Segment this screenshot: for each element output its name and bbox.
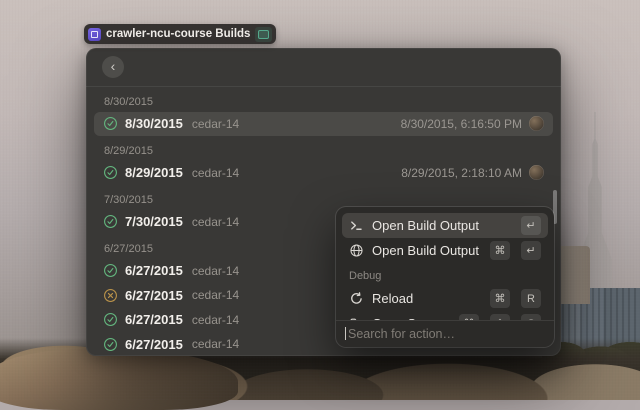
- command-tag[interactable]: crawler-ncu-course Builds: [84, 24, 277, 44]
- build-title: 8/29/2015: [125, 165, 183, 181]
- keycap: ↵: [521, 216, 541, 235]
- terminal-icon: [349, 218, 364, 233]
- action-item[interactable]: Open Build Output (Web) ⌘ ↵: [342, 238, 548, 263]
- search-input[interactable]: [345, 327, 545, 341]
- build-title: 6/27/2015: [125, 287, 183, 303]
- build-stack: cedar-14: [191, 337, 240, 352]
- action-item[interactable]: Open Support Directory⌘⇧S: [342, 311, 548, 320]
- keycap: ⌘: [490, 289, 510, 308]
- extension-icon: [88, 27, 101, 41]
- check-circle-icon: [103, 312, 118, 327]
- build-timestamp: 8/30/2015, 6:16:50 PM: [400, 116, 522, 131]
- build-timestamp: 8/29/2015, 2:18:10 AM: [401, 165, 522, 180]
- window-header: ‹: [86, 48, 561, 87]
- action-list: Open Build Output↵Open Build Output (Web…: [336, 207, 554, 320]
- build-title: 6/27/2015: [125, 336, 183, 352]
- user-avatar: [529, 165, 544, 181]
- check-circle-icon: [103, 214, 118, 229]
- back-button[interactable]: ‹: [102, 56, 124, 78]
- reload-icon: [349, 291, 364, 306]
- build-title: 8/30/2015: [125, 116, 183, 132]
- action-panel: Open Build Output↵Open Build Output (Web…: [336, 207, 554, 347]
- build-title: 7/30/2015: [125, 214, 183, 230]
- check-circle-icon: [103, 165, 118, 180]
- action-item-label: Reload: [372, 291, 414, 306]
- user-avatar: [529, 116, 544, 132]
- build-title: 6/27/2015: [125, 263, 183, 279]
- build-stack: cedar-14: [191, 288, 240, 303]
- keycap: ⌘: [490, 241, 510, 260]
- check-circle-icon: [103, 263, 118, 278]
- build-stack: cedar-14: [191, 116, 240, 131]
- check-circle-icon: [103, 116, 118, 131]
- action-item[interactable]: Reload ⌘ R: [342, 286, 548, 311]
- keycap: R: [521, 289, 541, 308]
- water-tower: [556, 246, 590, 304]
- action-item[interactable]: Open Build Output ↵: [342, 213, 548, 238]
- raycast-window: ‹ 8/30/2015 8/30/2015 cedar-14 8/30/2015, 6…: [86, 48, 561, 356]
- action-item-label: Open Build Output: [372, 218, 479, 233]
- x-circle-icon: [103, 288, 118, 303]
- list-section-header: 7/30/2015: [104, 193, 153, 206]
- app-icon: [255, 26, 273, 42]
- command-tag-label: crawler-ncu-course Builds: [106, 28, 251, 40]
- action-section-header: Debug: [349, 270, 382, 282]
- build-stack: cedar-14: [191, 165, 240, 180]
- build-title: 6/27/2015: [125, 312, 183, 328]
- globe-icon: [349, 243, 364, 258]
- build-stack: cedar-14: [191, 312, 240, 327]
- build-stack: cedar-14: [191, 214, 240, 229]
- build-row[interactable]: 8/30/2015 cedar-14 8/30/2015, 6:16:50 PM: [94, 111, 553, 136]
- build-row[interactable]: 8/29/2015 cedar-14 8/29/2015, 2:18:10 AM: [94, 161, 553, 186]
- list-section-header: 8/30/2015: [104, 95, 153, 108]
- keycap: ↵: [521, 241, 541, 260]
- check-circle-icon: [103, 337, 118, 352]
- text-caret: [345, 327, 346, 340]
- action-search-bar: [336, 320, 554, 347]
- build-stack: cedar-14: [191, 263, 240, 278]
- graffiti-wall: [0, 170, 88, 338]
- action-item-label: Open Build Output (Web): [372, 243, 479, 258]
- list-section-header: 8/29/2015: [104, 144, 153, 157]
